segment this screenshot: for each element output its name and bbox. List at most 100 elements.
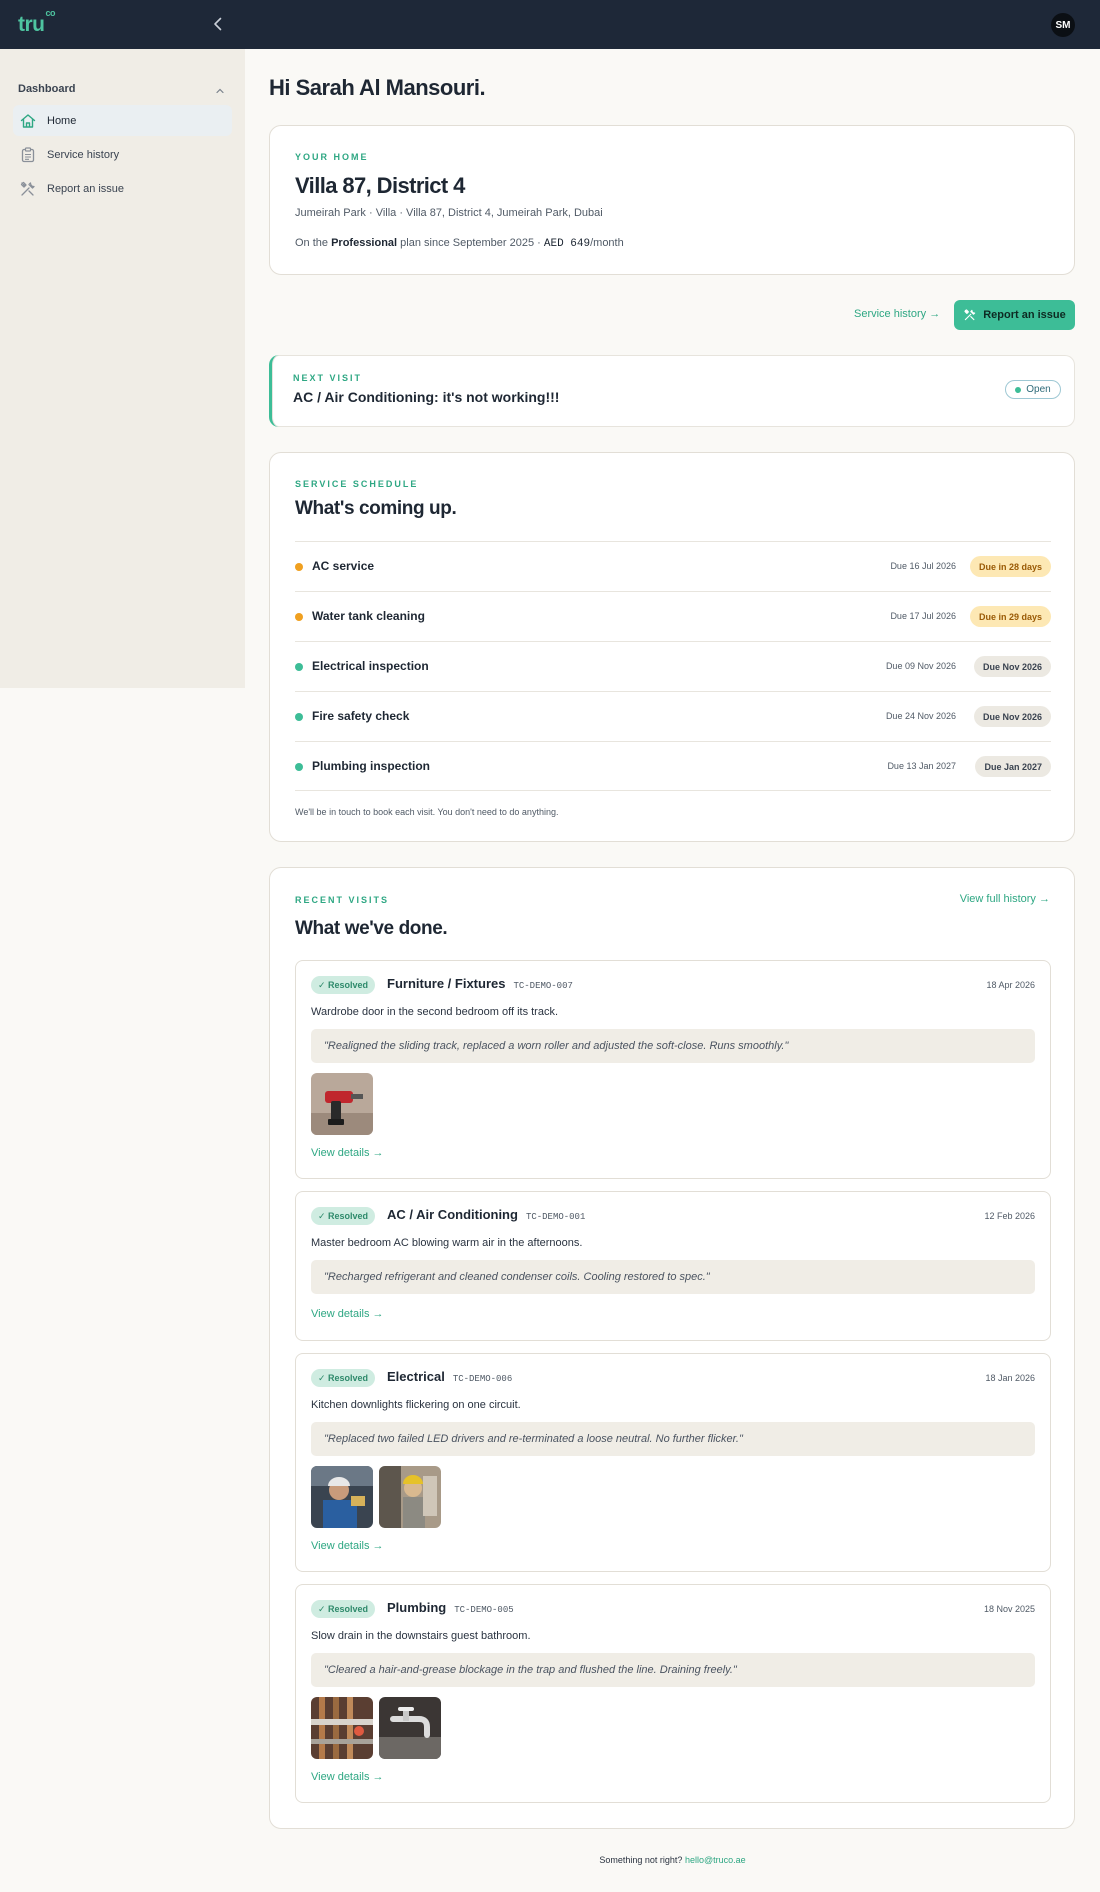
status-dot-icon [295,563,303,571]
schedule-item-due: Due 09 Nov 2026 [885,661,956,671]
visit-photos [311,1466,441,1528]
view-full-history-link[interactable]: View full history → [960,893,1050,905]
schedule-row: Fire safety check Due 24 Nov 2026 Due Nov … [295,691,1051,741]
service-schedule-card: SERVICE SCHEDULE What's coming up. AC se… [269,452,1075,842]
schedule-title: What's coming up. [295,498,457,519]
visit-photo[interactable] [379,1697,441,1759]
visit-item[interactable]: ✓ Resolved AC / Air Conditioning TC-DEMO-0… [295,1191,1051,1341]
sidebar-section-dashboard[interactable]: Dashboard [18,83,226,101]
visit-date: 18 Apr 2026 [986,980,1035,990]
schedule-list: AC service Due 16 Jul 2026 Due in 28 days W… [295,541,1051,791]
visit-date: 18 Nov 2025 [983,1604,1035,1614]
clipboard-icon [19,146,37,164]
schedule-item-name: AC service [312,559,375,573]
resolved-badge: ✓ Resolved [311,1207,376,1225]
recent-visits-card: RECENT VISITS View full history → What w… [269,867,1075,1829]
next-visit-eyebrow: NEXT VISIT [293,373,363,383]
chevron-up-icon [216,88,224,94]
due-badge: Due Nov 2026 [973,706,1051,727]
schedule-row: Water tank cleaning Due 17 Jul 2026 Due in… [295,591,1051,641]
home-address: Jumeirah Park · Villa · Villa 87, Distri… [295,207,603,219]
ticket-id: TC-DEMO-001 [525,1212,586,1222]
plan-summary: On the Professional plan since September… [295,237,624,250]
tools-icon [964,309,976,321]
visit-category: Plumbing TC-DEMO-005 [387,1600,514,1615]
sidebar-item-service-history[interactable]: Service history [13,139,232,170]
sidebar: Dashboard Home Service history Report an… [0,49,245,688]
support-email-link[interactable]: hello@truco.ae [685,1855,746,1865]
visit-item[interactable]: ✓ Resolved Plumbing TC-DEMO-005 18 Nov 2025… [295,1584,1051,1803]
due-badge: Due Jan 2027 [975,756,1051,777]
status-dot-icon [295,663,303,671]
next-visit-card[interactable]: NEXT VISIT AC / Air Conditioning: it's n… [269,355,1075,427]
view-details-link[interactable]: View details → [311,1771,384,1783]
visit-photo[interactable] [311,1697,373,1759]
visit-category: AC / Air Conditioning TC-DEMO-001 [387,1207,586,1222]
home-title: Villa 87, District 4 [295,173,465,198]
schedule-note: We'll be in touch to book each visit. Yo… [295,807,559,817]
top-bar: truco SM [0,0,1100,49]
schedule-eyebrow: SERVICE SCHEDULE [295,479,419,489]
status-dot-icon [1015,386,1022,393]
page-title: Hi Sarah Al Mansouri. [269,75,486,100]
visit-description: Kitchen downlights flickering on one cir… [311,1399,521,1411]
visit-category: Electrical TC-DEMO-006 [387,1369,513,1384]
home-card: YOUR HOME Villa 87, District 4 Jumeirah … [269,125,1075,275]
schedule-item-name: Electrical inspection [312,659,429,673]
ticket-id: TC-DEMO-007 [513,981,573,991]
service-history-link[interactable]: Service history → [854,308,940,320]
schedule-item-due: Due 13 Jan 2027 [887,761,956,771]
next-visit-title: AC / Air Conditioning: it's not working!… [293,389,560,405]
visit-category: Furniture / Fixtures TC-DEMO-007 [387,976,573,991]
recent-title: What we've done. [295,918,448,939]
due-badge: Due Nov 2026 [973,656,1051,677]
resolved-badge: ✓ Resolved [311,976,376,994]
status-dot-icon [295,763,303,771]
visit-description: Wardrobe door in the second bedroom off … [311,1006,559,1018]
report-issue-button[interactable]: Report an issue [954,300,1075,330]
view-details-link[interactable]: View details → [311,1147,384,1159]
visit-date: 18 Jan 2026 [985,1373,1035,1383]
visit-description: Master bedroom AC blowing warm air in th… [311,1237,583,1249]
due-badge: Due in 29 days [969,606,1051,627]
schedule-row: Electrical inspection Due 09 Nov 2026 Due … [295,641,1051,691]
schedule-item-name: Plumbing inspection [312,759,431,773]
avatar[interactable]: SM [1051,13,1075,37]
ticket-id: TC-DEMO-006 [452,1374,513,1384]
technician-note: "Replaced two failed LED drivers and re-… [311,1422,1035,1456]
due-badge: Due in 28 days [969,556,1051,577]
schedule-row: AC service Due 16 Jul 2026 Due in 28 days [295,541,1051,591]
resolved-badge: ✓ Resolved [311,1600,376,1618]
status-badge: Open [1005,380,1061,399]
visit-photo[interactable] [379,1466,441,1528]
visit-date: 12 Feb 2026 [984,1211,1035,1221]
sidebar-item-home[interactable]: Home [13,105,232,136]
recent-eyebrow: RECENT VISITS [295,895,390,905]
visit-photos [311,1697,441,1759]
resolved-badge: ✓ Resolved [311,1369,376,1387]
schedule-item-due: Due 24 Nov 2026 [885,711,956,721]
schedule-item-due: Due 16 Jul 2026 [890,561,956,571]
footer: Something not right? hello@truco.ae [599,1855,746,1865]
view-details-link[interactable]: View details → [311,1540,384,1552]
ticket-id: TC-DEMO-005 [454,1605,514,1615]
visit-description: Slow drain in the downstairs guest bathr… [311,1630,531,1642]
view-details-link[interactable]: View details → [311,1308,384,1320]
status-dot-icon [295,713,303,721]
visit-item[interactable]: ✓ Resolved Furniture / Fixtures TC-DEMO-00… [295,960,1051,1179]
technician-note: "Recharged refrigerant and cleaned conde… [311,1260,1035,1294]
visit-item[interactable]: ✓ Resolved Electrical TC-DEMO-006 18 Jan 20… [295,1353,1051,1572]
technician-note: "Realigned the sliding track, replaced a… [311,1029,1035,1063]
brand-logo[interactable]: truco [18,8,55,37]
status-dot-icon [295,613,303,621]
visit-photo[interactable] [311,1073,373,1135]
tools-icon [19,180,37,198]
technician-note: "Cleared a hair-and-grease blockage in t… [311,1653,1035,1687]
sidebar-item-report-issue[interactable]: Report an issue [13,173,232,204]
schedule-row: Plumbing inspection Due 13 Jan 2027 Due Ja… [295,741,1051,791]
schedule-item-due: Due 17 Jul 2026 [890,611,956,621]
visit-photo[interactable] [311,1466,373,1528]
collapse-sidebar-button[interactable] [208,14,228,34]
home-eyebrow: YOUR HOME [295,152,369,162]
chevron-left-icon [214,17,222,31]
